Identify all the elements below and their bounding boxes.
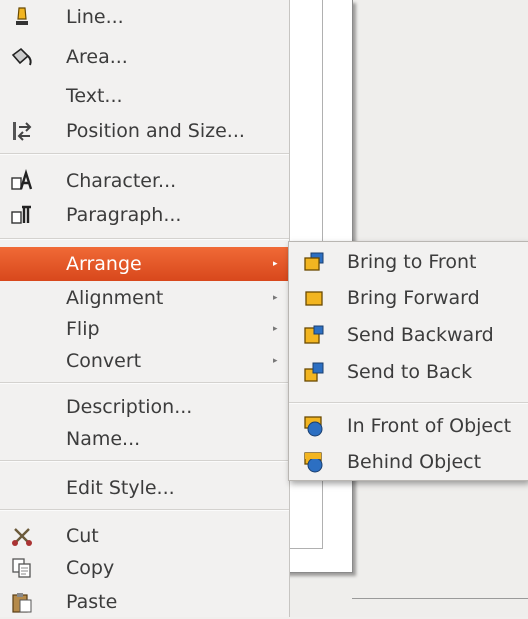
menu-item-position-size[interactable]: Position and Size... [0, 114, 289, 148]
arrange-submenu: Bring to Front Bring Forward Send Backwa… [288, 241, 528, 481]
bring-to-front-icon [303, 251, 325, 273]
menu-item-cut[interactable]: Cut [0, 519, 289, 553]
menu-item-paste[interactable]: Paste [0, 585, 289, 619]
menu-item-convert[interactable]: Convert ▸ [0, 344, 289, 378]
submenu-item-bring-forward[interactable]: Bring Forward [289, 280, 528, 316]
menu-item-description[interactable]: Description... [0, 390, 289, 424]
menu-item-paragraph[interactable]: Paragraph... [0, 198, 289, 232]
paste-icon [10, 590, 34, 614]
position-size-icon [10, 119, 34, 143]
area-icon [10, 45, 34, 69]
submenu-item-send-backward[interactable]: Send Backward [289, 317, 528, 353]
submenu-arrow-icon: ▸ [273, 293, 278, 303]
submenu-arrow-icon: ▸ [273, 324, 278, 334]
paragraph-icon [10, 203, 34, 227]
page-edge-line [352, 598, 528, 599]
submenu-separator [289, 402, 528, 404]
menu-item-line[interactable]: Line... [0, 0, 289, 34]
menu-item-flip[interactable]: Flip ▸ [0, 312, 289, 346]
menu-item-alignment[interactable]: Alignment ▸ [0, 281, 289, 315]
behind-object-icon [303, 451, 325, 473]
line-icon [10, 5, 34, 29]
submenu-arrow-icon: ▸ [273, 259, 278, 269]
menu-item-area[interactable]: Area... [0, 40, 289, 74]
menu-item-text[interactable]: Text... [0, 79, 289, 113]
menu-separator [0, 509, 289, 511]
send-to-back-icon [303, 361, 325, 383]
submenu-item-in-front-of-object[interactable]: In Front of Object [289, 408, 528, 444]
context-menu: Line... Area... Text... Position and Siz… [0, 0, 290, 617]
in-front-of-object-icon [303, 415, 325, 437]
menu-item-edit-style[interactable]: Edit Style... [0, 471, 289, 505]
submenu-item-bring-to-front[interactable]: Bring to Front [289, 244, 528, 280]
bring-forward-icon [303, 287, 325, 309]
menu-separator [0, 153, 289, 155]
menu-separator [0, 382, 289, 384]
menu-item-copy[interactable]: Copy [0, 551, 289, 585]
menu-separator [0, 460, 289, 462]
menu-separator [0, 238, 289, 240]
menu-item-arrange[interactable]: Arrange ▸ [0, 247, 289, 281]
send-backward-icon [303, 324, 325, 346]
submenu-arrow-icon: ▸ [273, 356, 278, 366]
submenu-item-send-to-back[interactable]: Send to Back [289, 354, 528, 390]
menu-item-name[interactable]: Name... [0, 422, 289, 456]
menu-item-character[interactable]: Character... [0, 164, 289, 198]
copy-icon [10, 556, 34, 580]
scissors-icon [10, 524, 34, 548]
submenu-item-behind-object[interactable]: Behind Object [289, 444, 528, 480]
character-icon [10, 168, 34, 193]
